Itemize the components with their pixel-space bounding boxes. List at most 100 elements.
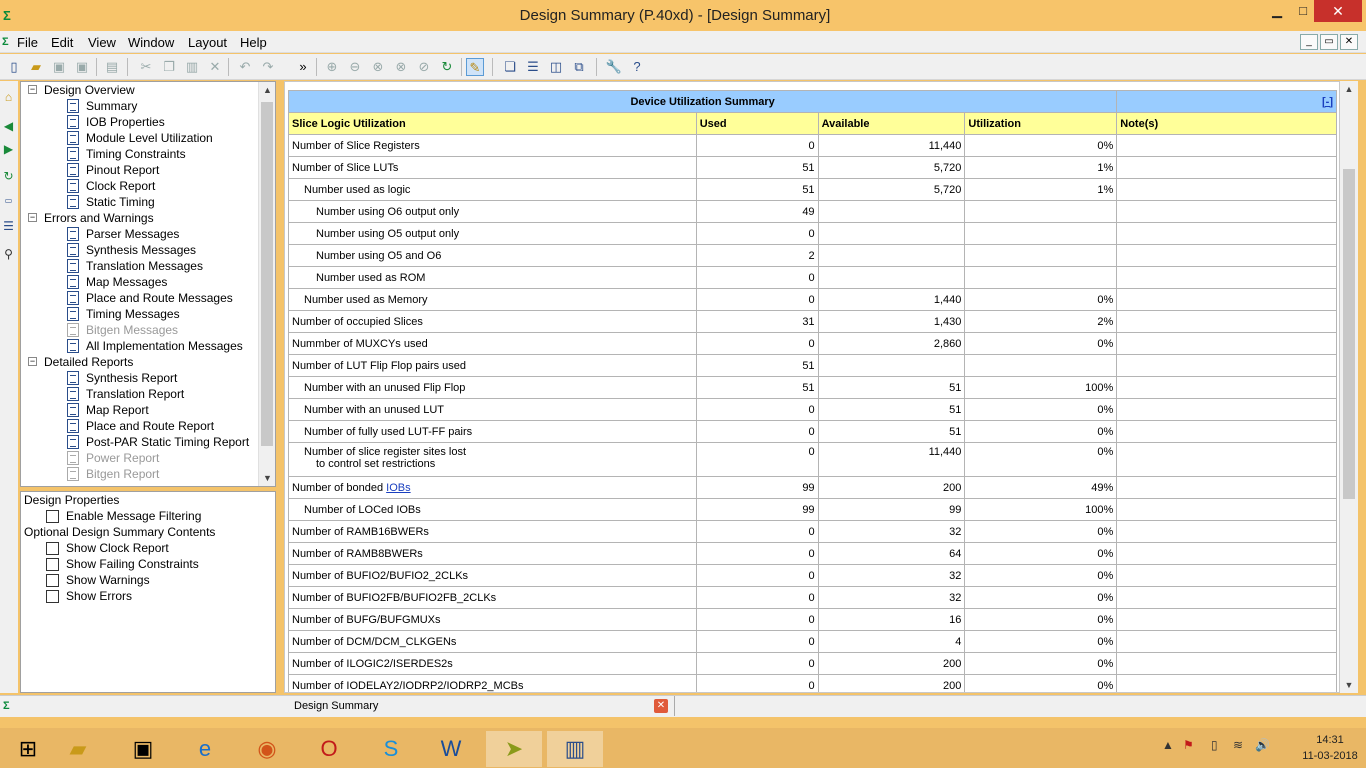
redo-icon[interactable]: ↷: [259, 58, 277, 76]
show-hidden-icons-icon[interactable]: ▲: [1162, 738, 1174, 752]
design-summary-app-icon[interactable]: ▥: [547, 731, 603, 767]
utilization-cell: 0%: [964, 630, 1118, 653]
rerun-icon[interactable]: ↻: [1, 169, 16, 184]
zoom-fit-icon[interactable]: ⊗: [369, 58, 387, 76]
show-warnings-label: Show Warnings: [66, 573, 150, 587]
menu-help[interactable]: Help: [240, 35, 267, 50]
row-label: Number using O6 output only: [288, 200, 697, 223]
chevron-down-icon[interactable]: ▼: [1340, 677, 1358, 693]
content-scroll-thumb[interactable]: [1343, 169, 1355, 499]
tile-horizontal-icon[interactable]: ☰: [524, 58, 542, 76]
chip-app-icon[interactable]: ▣: [115, 731, 171, 767]
tree-scrollbar[interactable]: ▲ ▼: [258, 82, 275, 486]
volume-icon[interactable]: 🔊: [1255, 738, 1270, 752]
save-icon[interactable]: ▣: [50, 58, 68, 76]
mdi-minimize-button[interactable]: _: [1300, 34, 1318, 50]
close-button[interactable]: ✕: [1314, 0, 1362, 22]
row-label: Number of RAMB8BWERs: [288, 542, 697, 565]
save-all-icon[interactable]: ▣: [73, 58, 91, 76]
ise-project-navigator-icon[interactable]: ➤: [486, 731, 542, 767]
used-cell: 99: [695, 498, 819, 521]
tree-item-label: Synthesis Report: [86, 371, 178, 385]
tab-design-summary[interactable]: Design Summary ✕: [18, 696, 675, 716]
toolbar-overflow-icon[interactable]: »: [294, 58, 312, 76]
tile-vertical-icon[interactable]: ◫: [547, 58, 565, 76]
cut-icon[interactable]: ✂: [137, 58, 155, 76]
toolbar: ▯ ▰ ▣ ▣ ▤ ✂ ❐ ▥ ✕ ↶ ↷ » ⊕ ⊖ ⊗ ⊗ ⊘ ↻ ✎ ❏ …: [0, 54, 1366, 80]
close-tab-icon[interactable]: ✕: [654, 699, 668, 713]
close-all-windows-icon[interactable]: ⧉: [570, 58, 588, 76]
windows-start-icon[interactable]: ⊞: [0, 731, 56, 767]
menu-view[interactable]: View: [88, 35, 116, 50]
show-warnings-checkbox[interactable]: [46, 574, 59, 587]
tree-item-label: Translation Messages: [86, 259, 203, 273]
zoom-in-icon[interactable]: ⊕: [323, 58, 341, 76]
opera-icon[interactable]: O: [301, 731, 357, 767]
collapse-icon[interactable]: −: [28, 357, 37, 366]
chevron-down-icon[interactable]: ▼: [259, 470, 275, 486]
undo-icon[interactable]: ↶: [236, 58, 254, 76]
used-cell: 51: [695, 376, 819, 399]
network-warning-icon[interactable]: ⚑: [1183, 738, 1194, 752]
used-cell: 51: [695, 354, 819, 377]
wifi-icon[interactable]: ≋: [1233, 738, 1243, 752]
help-icon[interactable]: ?: [628, 58, 646, 76]
zoom-full-icon[interactable]: ⊗: [392, 58, 410, 76]
copy-icon[interactable]: ❐: [160, 58, 178, 76]
chevron-up-icon[interactable]: ▲: [259, 82, 275, 98]
print-icon[interactable]: ▤: [103, 58, 121, 76]
mdi-window-icon[interactable]: Σ: [2, 36, 9, 48]
delete-icon[interactable]: ✕: [206, 58, 224, 76]
refresh-icon[interactable]: ↻: [438, 58, 456, 76]
open-folder-icon[interactable]: ▰: [27, 58, 45, 76]
home-icon[interactable]: ⌂: [1, 90, 16, 105]
row-label-text: Number of BUFIO2FB/BUFIO2FB_2CLKs: [292, 591, 497, 604]
tree-scroll-thumb[interactable]: [261, 102, 273, 446]
forward-icon[interactable]: ▶: [1, 142, 16, 157]
battery-icon[interactable]: ▯: [1211, 738, 1218, 752]
mdi-controls: _ ▭ ✕: [1298, 33, 1358, 50]
find-icon[interactable]: ⚲: [1, 247, 16, 262]
file-explorer-icon[interactable]: ▰: [50, 731, 106, 767]
paste-icon[interactable]: ▥: [183, 58, 201, 76]
tree-item-label: Bitgen Report: [86, 467, 160, 481]
show-failing-constraints-checkbox[interactable]: [46, 558, 59, 571]
zoom-select-icon[interactable]: ⊘: [415, 58, 433, 76]
zoom-out-icon[interactable]: ⊖: [346, 58, 364, 76]
collapse-icon[interactable]: −: [28, 213, 37, 222]
utilization-cell: [964, 244, 1118, 267]
iob-link[interactable]: IOBs: [386, 482, 410, 494]
skype-icon[interactable]: S: [363, 731, 419, 767]
mdi-restore-button[interactable]: ▭: [1320, 34, 1338, 50]
mdi-close-button[interactable]: ✕: [1340, 34, 1358, 50]
enable-filtering-label: Enable Message Filtering: [66, 509, 202, 523]
menu-window[interactable]: Window: [128, 35, 174, 50]
menu-layout[interactable]: Layout: [188, 35, 227, 50]
tools-icon[interactable]: 🔧: [605, 58, 623, 76]
firefox-icon[interactable]: ◉: [239, 731, 295, 767]
show-clock-report-checkbox[interactable]: [46, 542, 59, 555]
chevron-up-icon[interactable]: ▲: [1340, 81, 1358, 97]
available-cell: 64: [817, 542, 966, 565]
word-icon[interactable]: W: [423, 731, 479, 767]
enable-filtering-checkbox[interactable]: [46, 510, 59, 523]
menu-edit[interactable]: Edit: [51, 35, 73, 50]
html-report-icon[interactable]: ▭: [1, 193, 16, 208]
internet-explorer-icon[interactable]: e: [177, 731, 233, 767]
design-summary-icon[interactable]: ✎: [466, 58, 484, 76]
report-document-icon: [67, 339, 79, 353]
menu-file[interactable]: File: [17, 35, 38, 50]
collapse-toggle[interactable]: [-]: [1116, 90, 1337, 113]
cascade-windows-icon[interactable]: ❏: [501, 58, 519, 76]
system-clock[interactable]: 14:31 11-03-2018: [1300, 732, 1360, 764]
show-errors-checkbox[interactable]: [46, 590, 59, 603]
design-properties-heading: Design Properties: [24, 493, 120, 507]
table-row: Number of BUFG/BUFGMUXs 0 16 0%: [288, 608, 1337, 631]
content-scrollbar[interactable]: ▲ ▼: [1340, 81, 1358, 693]
show-clock-report-label: Show Clock Report: [66, 541, 169, 555]
back-icon[interactable]: ◀: [1, 119, 16, 134]
new-file-icon[interactable]: ▯: [5, 58, 23, 76]
report-list-icon[interactable]: ☰: [1, 219, 16, 234]
collapse-icon[interactable]: −: [28, 85, 37, 94]
row-label: Number using O5 output only: [288, 222, 697, 245]
